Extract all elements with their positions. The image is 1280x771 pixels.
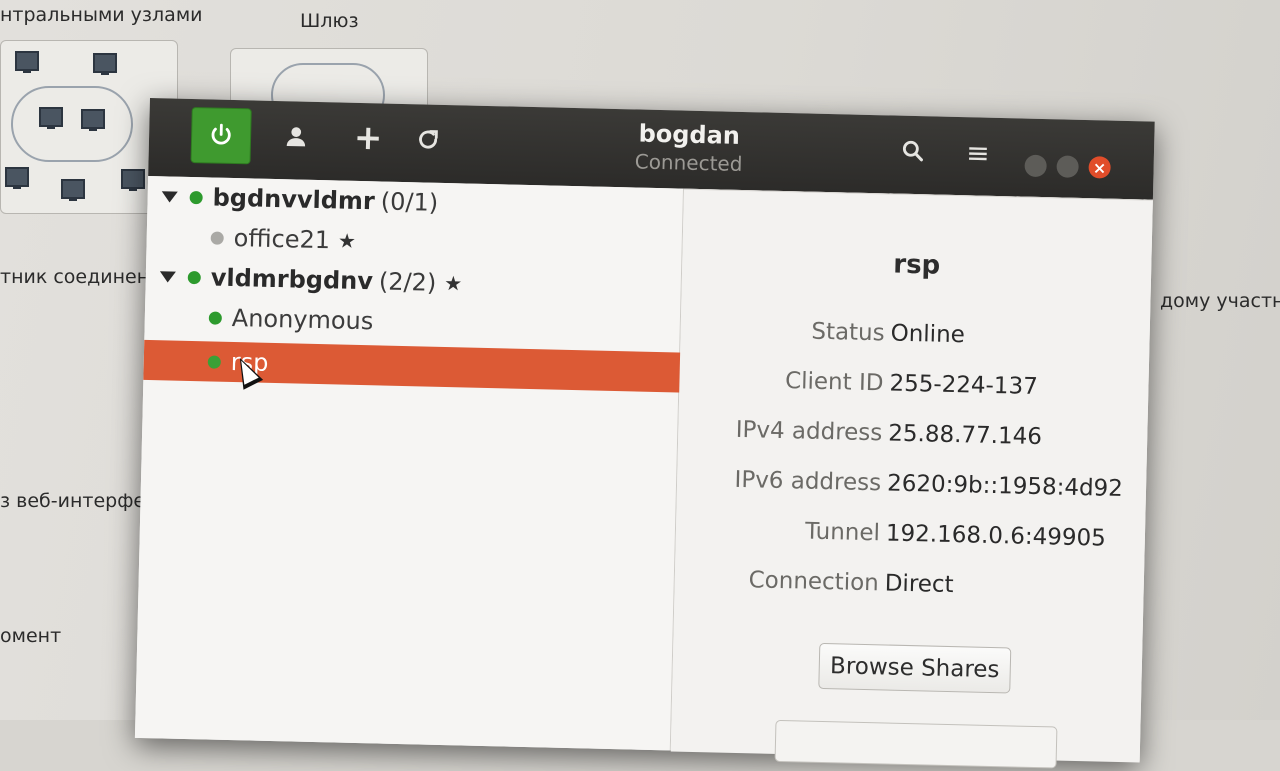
add-network-button[interactable]: + [338,110,397,165]
network-name: vldmrbgdnv [210,263,374,296]
menu-button[interactable]: ≡ [948,125,1007,180]
power-icon [211,123,231,145]
computer-icon [5,167,29,189]
connection-status: Connected [634,149,743,176]
detail-value: 25.88.77.146 [887,420,1043,451]
search-icon [902,140,923,162]
detail-value: 192.168.0.6:49905 [885,520,1107,552]
peer-title: rsp [892,249,941,281]
maximize-button[interactable] [1056,155,1079,178]
network-name: bgdnvvldmr [212,183,376,216]
refresh-button[interactable] [398,112,457,167]
close-icon: × [1092,157,1107,178]
server-icon [81,109,105,131]
computer-icon [61,179,85,201]
star-icon: ★ [337,228,357,253]
detail-row-connection: Connection Direct [674,566,1144,617]
star-icon: ★ [443,270,463,296]
computer-icon [93,53,117,75]
app-window: + bogdan Connected ≡ × bgdnvvldmr (0/1) … [134,98,1155,769]
close-button[interactable]: × [1088,156,1111,179]
network-list: bgdnvvldmr (0/1) office21 ★ vldmrbgdnv (… [134,175,744,751]
user-icon [286,127,306,147]
computer-icon [15,51,39,73]
minimize-button[interactable] [1024,154,1047,178]
bg-text-web-interface: з веб-интерфе [0,490,146,512]
refresh-icon [419,130,438,149]
online-status-icon [189,190,203,204]
bg-text-moment: омент [0,625,62,647]
detail-value: Direct [884,570,954,599]
window-title: bogdan [638,119,741,150]
expand-arrow-icon[interactable] [159,270,176,283]
member-name: Anonymous [231,303,374,336]
expand-arrow-icon[interactable] [161,190,178,203]
member-row-selected[interactable]: rsp [143,339,744,395]
bg-text-each-member: дому участни [1160,290,1280,312]
detail-row-tunnel: Tunnel 192.168.0.6:49905 [675,516,1145,567]
detail-value: 255-224-137 [889,370,1039,400]
detail-label: IPv6 address [734,466,882,497]
detail-row-ipv6: IPv6 address 2620:9b::1958:4d92 [677,466,1147,517]
bg-text-gateway: Шлюз [300,10,359,32]
server-icon [39,107,63,129]
browse-shares-button[interactable]: Browse Shares [818,642,1012,694]
peer-details-panel: rsp Status Online Client ID 255-224-137 … [670,188,1153,769]
power-button[interactable] [190,106,252,165]
detail-value: Online [890,320,966,349]
offline-status-icon [210,230,224,245]
partial-button[interactable] [774,719,1058,769]
detail-row-client-id: Client ID 255-224-137 [679,366,1149,417]
detail-row-ipv4: IPv4 address 25.88.77.146 [678,416,1148,467]
detail-label: IPv4 address [735,416,883,447]
detail-label: Client ID [784,368,884,397]
online-status-icon [208,310,222,325]
bg-text-connected: тник соединен с [0,266,166,288]
detail-value: 2620:9b::1958:4d92 [886,470,1124,503]
network-member-count: (0/1) [380,187,439,217]
member-name: office21 [233,224,331,255]
window-title-block: bogdan Connected [568,118,809,178]
search-button[interactable] [883,123,942,178]
online-status-icon [187,270,201,284]
detail-label: Connection [748,567,880,597]
detail-label: Tunnel [804,518,881,547]
online-status-icon [207,354,221,369]
detail-label: Status [811,318,885,347]
detail-row-status: Status Online [680,316,1150,367]
cloud-icon [11,86,133,162]
network-member-count: (2/2) [378,267,437,297]
computer-icon [121,169,145,191]
user-button[interactable] [267,109,326,164]
bg-text-central-nodes: нтральными узлами [0,4,203,26]
